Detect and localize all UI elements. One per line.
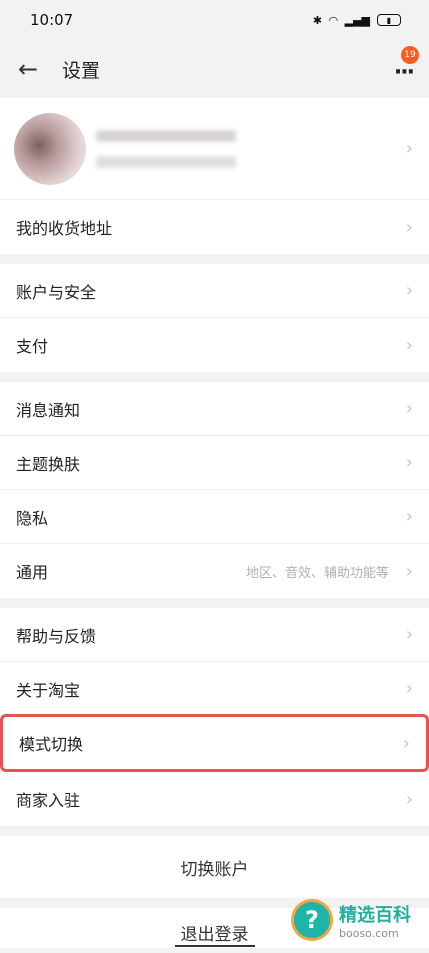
back-arrow-icon[interactable]: ← [18, 55, 48, 83]
wifi-icon: ◠ [329, 13, 338, 27]
row-label: 支付 [16, 337, 49, 356]
chevron-right-icon: › [405, 560, 413, 582]
chevron-right-icon: › [405, 398, 413, 419]
row-label: 帮助与反馈 [16, 626, 97, 646]
row-label: 账户与安全 [16, 282, 97, 302]
status-bar: 10:07 ✱ ◠ ▂▄▆ ▮ [0, 0, 429, 40]
bluetooth-icon: ✱ [312, 13, 323, 27]
row-label: 我的收货地址 [16, 219, 113, 238]
battery-icon: ▮ [377, 14, 401, 26]
signal-icon: ▂▄▆ [344, 13, 370, 27]
row-account-security[interactable]: 账户与安全 › [0, 264, 429, 318]
row-general[interactable]: 通用 地区、音效、辅助功能等 › [0, 544, 429, 598]
row-label: 模式切换 [19, 735, 84, 754]
row-merchant[interactable]: 商家入驻 › [0, 772, 429, 826]
chevron-right-icon: › [405, 678, 413, 699]
profile-row[interactable]: › [0, 98, 429, 200]
chevron-right-icon: › [405, 138, 413, 159]
row-label: 主题换肤 [16, 454, 81, 474]
blurred-username [96, 129, 236, 142]
row-address[interactable]: 我的收货地址 › [0, 200, 429, 254]
chevron-right-icon: › [405, 506, 413, 527]
row-extra-text: 地区、音效、辅助功能等 [245, 565, 389, 581]
row-label: 通用 [16, 563, 49, 582]
row-label: 关于淘宝 [16, 680, 81, 700]
question-icon: ? [291, 899, 333, 941]
support-group: 帮助与反馈 › 关于淘宝 › 模式切换 › 商家入驻 › [0, 608, 429, 826]
row-label: 商家入驻 [16, 791, 81, 810]
profile-info-obscured [96, 129, 399, 168]
chevron-right-icon: › [405, 624, 413, 645]
logout-label: 退出登录 [174, 920, 255, 947]
account-group: 账户与安全 › 支付 › [0, 264, 429, 372]
row-notifications[interactable]: 消息通知 › [0, 382, 429, 436]
chevron-right-icon: › [405, 216, 413, 238]
chevron-right-icon: › [405, 788, 413, 810]
status-icons: ✱ ◠ ▂▄▆ ▮ [313, 14, 401, 27]
row-theme[interactable]: 主题换肤 › [0, 436, 429, 490]
row-about[interactable]: 关于淘宝 › [0, 662, 429, 716]
chevron-right-icon: › [405, 334, 413, 356]
watermark-url: booso.com [339, 926, 399, 940]
row-label: 消息通知 [16, 400, 81, 420]
chevron-right-icon: › [405, 452, 413, 473]
row-help-feedback[interactable]: 帮助与反馈 › [0, 608, 429, 662]
blurred-subtitle [96, 155, 236, 168]
status-time: 10:07 [30, 11, 74, 29]
row-payment[interactable]: 支付 › [0, 318, 429, 372]
page-title: 设置 [62, 59, 101, 82]
profile-group: › 我的收货地址 › [0, 98, 429, 254]
row-label: 隐私 [16, 508, 49, 528]
notification-badge: 19 [401, 46, 419, 64]
watermark-title: 精选百科 [339, 904, 411, 926]
avatar [14, 112, 86, 185]
switch-account-button[interactable]: 切换账户 [0, 836, 429, 898]
watermark-text: 精选百科 booso.com [339, 901, 411, 940]
watermark: ? 精选百科 booso.com [291, 899, 411, 941]
preferences-group: 消息通知 › 主题换肤 › 隐私 › 通用 地区、音效、辅助功能等 › [0, 382, 429, 598]
header: ← 设置 ··· 19 [0, 40, 429, 98]
row-privacy[interactable]: 隐私 › [0, 490, 429, 544]
chevron-right-icon: › [402, 732, 410, 754]
row-mode-switch[interactable]: 模式切换 › [0, 714, 429, 772]
chevron-right-icon: › [405, 280, 413, 301]
